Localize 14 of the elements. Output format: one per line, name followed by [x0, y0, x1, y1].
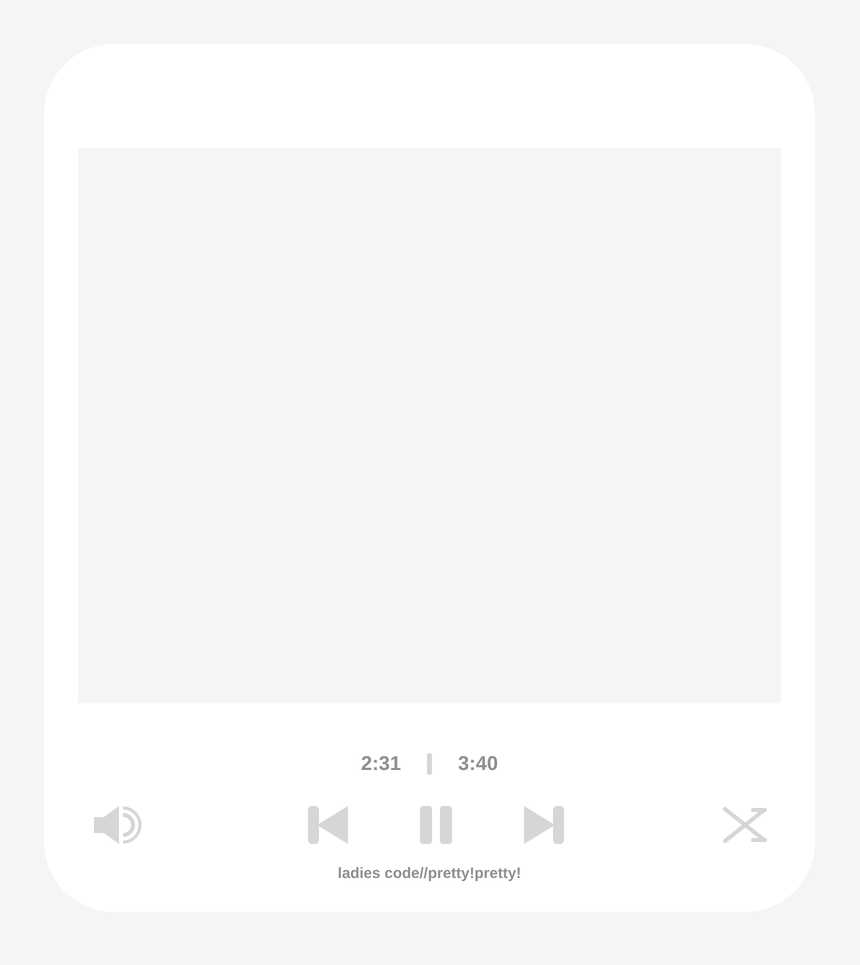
skip-back-icon	[308, 806, 348, 844]
shuffle-button[interactable]	[723, 807, 767, 843]
volume-button[interactable]	[92, 805, 144, 845]
total-time: 3:40	[458, 752, 498, 777]
time-divider	[427, 753, 432, 775]
next-button[interactable]	[524, 806, 564, 844]
elapsed-time: 2:31	[360, 752, 401, 777]
skip-forward-icon	[524, 806, 564, 844]
previous-button[interactable]	[308, 806, 348, 844]
song-title: ladies code//pretty!pretty!	[338, 864, 522, 884]
shuffle-icon	[723, 807, 767, 843]
pause-button[interactable]	[420, 806, 452, 844]
speaker-icon	[92, 806, 144, 844]
pause-icon	[420, 806, 452, 844]
